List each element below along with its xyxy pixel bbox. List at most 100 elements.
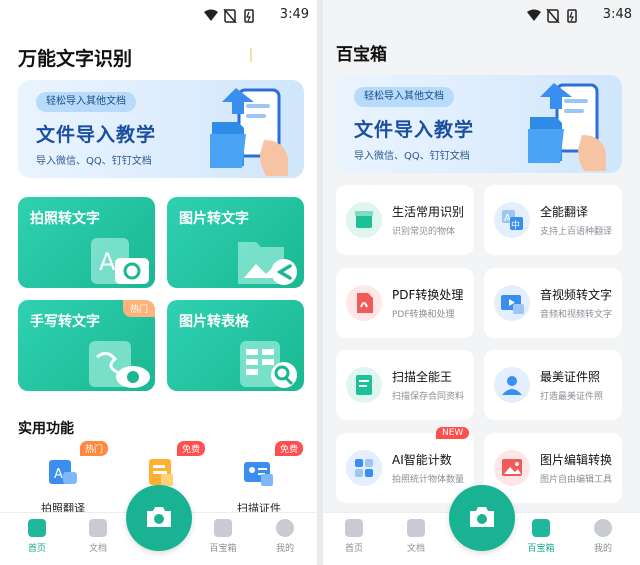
status-time: 3:48 [602,7,632,22]
cursor-mark [250,48,252,62]
phone-folder-illustration [210,88,288,176]
tab-label: 文档 [88,544,107,554]
tab-home[interactable]: 首页 [329,519,379,554]
status-icons [204,9,254,23]
tool-subtitle: 打造最美证件照 [540,392,604,402]
tool-life-recognition[interactable]: 生活常用识别 识别常见的物体 [336,185,474,255]
tool-title: 生活常用识别 [392,205,465,219]
tab-label: 首页 [27,544,46,554]
pdf-icon [346,285,382,321]
home-icon [345,519,363,537]
status-time: 3:49 [279,7,309,22]
card-label: 拍照转文字 [30,211,100,227]
translate-icon: A中 [494,202,530,238]
tab-label: 我的 [275,544,294,554]
hot-badge: 热门 [80,441,109,456]
card-label: 图片转文字 [179,211,249,227]
profile-icon [276,519,294,537]
card-label: 手写转文字 [30,314,100,330]
camera-icon [469,507,494,527]
tab-documents[interactable]: 文档 [73,519,123,554]
image-edit-icon [494,450,530,486]
tool-title: 图片编辑转换 [540,453,613,467]
tab-profile[interactable]: 我的 [260,519,310,554]
tab-profile[interactable]: 我的 [578,519,628,554]
svg-text:中: 中 [511,219,520,231]
import-tutorial-banner[interactable]: 轻松导入其他文档 文件导入教学 导入微信、QQ、钉钉文档 [336,75,622,173]
toolbox-screen: 3:48 百宝箱 轻松导入其他文档 文件导入教学 导入微信、QQ、钉钉文档 生活… [323,0,640,565]
tool-title: AI智能计数 [392,453,452,467]
tab-home[interactable]: 首页 [12,519,62,554]
image-text-icon [238,242,297,285]
tab-label: 文档 [406,544,425,554]
home-screen: 3:49 万能文字识别 轻松导入其他文档 文件导入教学 导入微信、QQ、钉钉文档… [0,0,317,565]
store-icon [346,202,382,238]
tool-id-photo[interactable]: 最美证件照 打造最美证件照 [484,350,622,420]
page-title: 百宝箱 [336,45,387,65]
svg-text:A: A [54,467,63,482]
page-title: 万能文字识别 [18,48,133,70]
tool-subtitle: 识别常见的物体 [392,227,456,237]
document-icon [89,519,107,537]
phone-folder-illustration [528,83,606,171]
handwriting-icon [89,341,150,388]
tool-scan-id[interactable]: 扫描证件 [219,454,299,516]
banner-pill: 轻松导入其他文档 [354,87,454,107]
tab-label: 首页 [344,544,363,554]
status-bar: 3:48 [323,0,640,30]
tool-subtitle: 音频和视频转文字 [540,310,613,320]
tool-subtitle: 拍照统计物体数量 [392,475,465,485]
camera-button[interactable] [125,485,192,551]
card-label: 图片转表格 [179,314,249,330]
tool-pdf-convert[interactable]: PDF转换处理 PDF转换和处理 [336,268,474,338]
status-bar: 3:49 [0,0,317,30]
status-icons [527,9,577,23]
tab-toolbox[interactable]: 百宝箱 [198,519,248,554]
tool-subtitle: PDF转换和处理 [392,310,455,320]
home-icon [28,519,46,537]
image-table-icon [240,341,297,388]
image-to-table-card[interactable]: 图片转表格 [167,300,304,391]
banner-title: 文件导入教学 [354,119,475,141]
svg-text:A: A [99,248,116,276]
document-icon [407,519,425,537]
tool-translation[interactable]: A中 全能翻译 支持上百语种翻译 [484,185,622,255]
translate-doc-icon: A [49,460,77,484]
tool-audio-video-text[interactable]: 音视频转文字 音频和视频转文字 [484,268,622,338]
new-badge: NEW [436,427,470,439]
banner-subtitle: 导入微信、QQ、钉钉文档 [36,156,152,167]
tab-documents[interactable]: 文档 [391,519,441,554]
handwriting-to-text-card[interactable]: 手写转文字 热门 [18,300,155,391]
banner-subtitle: 导入微信、QQ、钉钉文档 [354,151,470,162]
camera-icon [146,507,171,527]
tool-scanner[interactable]: 扫描全能王 扫描保存合同资料 [336,350,474,420]
tool-subtitle: 图片自由编辑工具 [540,475,613,485]
tool-photo-translate[interactable]: A 拍照翻译 [23,454,103,516]
import-tutorial-banner[interactable]: 轻松导入其他文档 文件导入教学 导入微信、QQ、钉钉文档 [18,80,304,178]
tab-label: 百宝箱 [209,544,237,554]
image-to-text-card[interactable]: 图片转文字 [167,197,304,288]
tab-toolbox[interactable]: 百宝箱 [516,519,566,554]
tool-title: 最美证件照 [540,370,601,384]
scan-doc-icon [346,367,382,403]
photo-to-text-card[interactable]: 拍照转文字 A [18,197,155,288]
tab-label: 我的 [593,544,612,554]
tool-title: 扫描全能王 [392,370,453,384]
free-badge: 免费 [275,441,304,456]
photo-text-icon: A [91,238,149,284]
count-icon [346,450,382,486]
banner-title: 文件导入教学 [36,124,157,146]
toolbox-icon [532,519,550,537]
tool-image-edit[interactable]: 图片编辑转换 图片自由编辑工具 [484,433,622,503]
tool-title: 全能翻译 [540,205,589,219]
video-icon [494,285,530,321]
camera-button[interactable] [448,485,515,551]
tool-subtitle: 扫描保存合同资料 [392,392,465,402]
id-photo-icon [494,367,530,403]
id-card-icon [244,462,273,486]
tab-label: 百宝箱 [527,544,555,554]
tool-title: 音视频转文字 [540,288,613,302]
free-badge: 免费 [177,441,206,456]
tool-subtitle: 支持上百语种翻译 [540,227,613,237]
tool-ai-count[interactable]: AI智能计数 拍照统计物体数量 NEW [336,427,474,503]
